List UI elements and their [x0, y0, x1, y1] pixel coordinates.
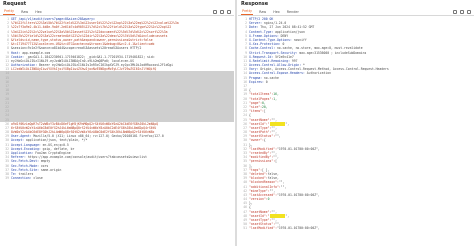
request-pane: Request Pretty Raw Hex 1 GET /api/v1/audi… [0, 0, 234, 246]
menu-icon[interactable] [467, 9, 471, 14]
request-tabbar: Pretty Raw Hex [0, 8, 234, 16]
request-title: Request [3, 1, 27, 7]
pane-divider[interactable] [235, 0, 237, 246]
newline-toggle-icon[interactable] [220, 9, 224, 14]
response-title: Response [241, 1, 269, 7]
response-tab-pretty[interactable]: Pretty [241, 8, 254, 15]
wrap-lines-icon[interactable] [213, 9, 217, 14]
request-tab-hex[interactable]: Hex [34, 9, 43, 15]
request-editor[interactable]: 1 GET /api/v1/audit/users?page=0&size=20&… [0, 16, 234, 180]
line-text: Connection: close [11, 176, 43, 181]
wrap-lines-icon[interactable] [453, 9, 457, 14]
response-viewer[interactable]: 1 HTTP/2 200 OK 2 Server: nginx/1.24.0 3 Date… [238, 16, 474, 231]
response-tab-raw[interactable]: Raw [258, 9, 267, 15]
line-number: 39 [5, 176, 9, 181]
line-text: "lastModified":"1970-01-01T00:00:00Z", [249, 226, 320, 231]
response-tab-hex[interactable]: Hex [272, 9, 281, 15]
request-line: 39 Connection: close [0, 176, 234, 180]
line-number: 51 [243, 226, 247, 231]
response-line: 51 "lastModified":"1970-01-01T00:00:00Z"… [238, 226, 474, 230]
response-pane: Response Pretty Raw Hex Render 1 HTTP/2 2… [238, 0, 474, 246]
newline-toggle-icon[interactable] [460, 9, 464, 14]
menu-icon[interactable] [227, 9, 231, 14]
http-editor-window: Request Pretty Raw Hex 1 GET /api/v1/audi… [0, 0, 474, 246]
request-tab-pretty[interactable]: Pretty [3, 8, 16, 15]
response-tab-render[interactable]: Render [286, 9, 300, 15]
request-tab-raw[interactable]: Raw [20, 9, 29, 15]
response-tabbar: Pretty Raw Hex Render [238, 8, 474, 16]
